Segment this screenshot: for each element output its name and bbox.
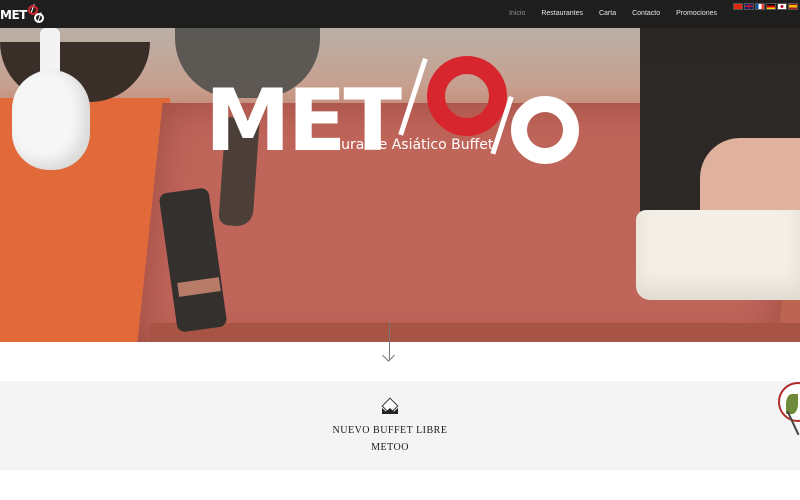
- logo-mark-icon: [27, 4, 45, 24]
- brand-white-ring-icon: [511, 96, 579, 164]
- buffet-title: NUEVO BUFFET LIBRE: [332, 425, 448, 436]
- language-flags: [733, 3, 798, 10]
- uk-flag-icon[interactable]: [744, 3, 754, 10]
- logo-text: MET: [0, 8, 27, 22]
- nav-item-promociones[interactable]: Promociones: [668, 0, 725, 28]
- spain-flag-icon[interactable]: [788, 3, 798, 10]
- brand-red-ring-icon: [427, 56, 507, 136]
- crown-icon: [380, 397, 400, 418]
- nav-item-inicio[interactable]: Inicio: [501, 0, 533, 28]
- hero-tagline: Restaurante Asiático Buffet: [302, 137, 494, 153]
- hero-soy-bottle: [12, 28, 90, 170]
- nav-item-restaurantes[interactable]: Restaurantes: [533, 0, 591, 28]
- nav-item-carta[interactable]: Carta: [591, 0, 624, 28]
- buffet-subtitle: METOO: [371, 442, 409, 453]
- main-nav: Inicio Restaurantes Carta Contacto Promo…: [501, 0, 725, 28]
- japan-flag-icon[interactable]: [777, 3, 787, 10]
- germany-flag-icon[interactable]: [766, 3, 776, 10]
- sushi-dish-image: [776, 380, 800, 438]
- hero-board-edge: [150, 323, 800, 342]
- hero-banner: MET Restaurante Asiático Buffet: [0, 28, 800, 342]
- top-navbar: MET Inicio Restaurantes Carta Contacto P…: [0, 0, 800, 28]
- hero-sushi-rice: [636, 210, 800, 300]
- france-flag-icon[interactable]: [755, 3, 765, 10]
- scroll-down-arrow-icon[interactable]: [382, 322, 397, 364]
- nav-item-contacto[interactable]: Contacto: [624, 0, 668, 28]
- brand-slash-icon: [398, 58, 428, 136]
- site-logo[interactable]: MET: [0, 4, 45, 24]
- china-flag-icon[interactable]: [733, 3, 743, 10]
